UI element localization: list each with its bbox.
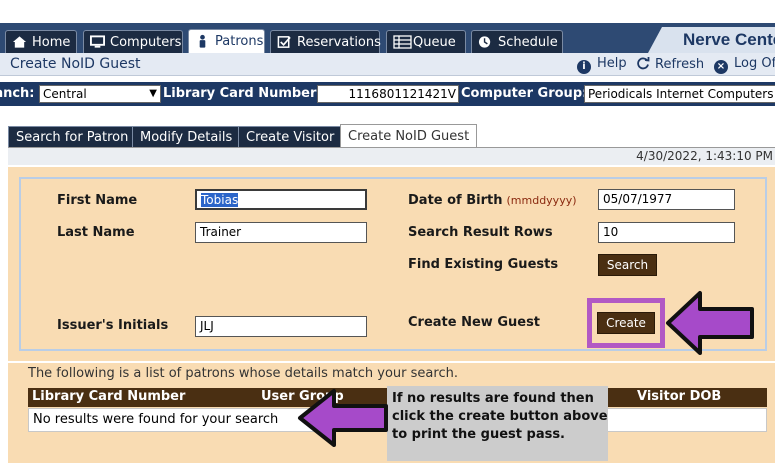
tab-computers[interactable]: Computers [83, 30, 183, 53]
first-name-field[interactable]: Tobias [195, 189, 367, 210]
refresh-label: Refresh [655, 57, 705, 72]
computer-group-label: Computer Group: [461, 86, 588, 101]
info-icon: i [577, 60, 591, 74]
tab-reservations-label: Reservations [297, 35, 381, 50]
checkbox-icon [277, 36, 291, 48]
dob-value: 05/07/1977 [603, 192, 673, 206]
branch-value: Central [43, 87, 87, 101]
tab-queue[interactable]: Queue [386, 30, 466, 53]
callout-line-2: click the create button above [392, 409, 608, 424]
issuer-initials-value: JLJ [200, 319, 214, 333]
search-button[interactable]: Search [598, 254, 657, 276]
logoff-link[interactable]: × Log Off [714, 56, 775, 74]
dob-label: Date of Birth (mmddyyyy) [408, 193, 577, 208]
close-icon: × [714, 60, 728, 74]
search-rows-field[interactable]: 10 [598, 222, 735, 243]
annotation-callout: If no results are found then click the c… [387, 386, 608, 461]
create-button[interactable]: Create [597, 312, 655, 334]
tab-queue-label: Queue [413, 35, 456, 50]
card-number-field[interactable]: 1116801121421V [317, 85, 459, 103]
callout-line-1: If no results are found then [392, 391, 594, 406]
tab-search-for-patron[interactable]: Search for Patron [8, 126, 137, 147]
callout-line-3: to print the guest pass. [392, 427, 565, 442]
main-nav-bar: Home Computers Patrons Reservations Queu… [0, 23, 775, 53]
annotation-arrow-results [298, 389, 388, 447]
empty-message: No results were found for your search [33, 412, 279, 427]
refresh-link[interactable]: Refresh [636, 56, 704, 72]
annotation-arrow-create [666, 291, 754, 355]
refresh-icon [637, 57, 650, 70]
dob-hint: (mmddyyyy) [506, 194, 577, 207]
computer-group-select[interactable]: Periodicals Internet Computers [584, 85, 775, 103]
results-caption: The following is a list of patrons whose… [28, 366, 458, 381]
tab-modify-details[interactable]: Modify Details [132, 126, 241, 147]
card-number-value: 1116801121421V [348, 87, 456, 101]
filter-bar: Branch: Central ▼ Library Card Number: 1… [0, 82, 775, 106]
branch-label: Branch: [0, 86, 35, 101]
search-rows-value: 10 [603, 225, 619, 239]
tab-computers-label: Computers [110, 35, 182, 50]
tab-home[interactable]: Home [5, 30, 77, 53]
issuer-initials-label: Issuer's Initials [57, 318, 169, 333]
col-visitor-dob: Visitor DOB [637, 389, 722, 404]
dob-field[interactable]: 05/07/1977 [598, 189, 735, 210]
dob-label-text: Date of Birth [408, 193, 503, 208]
tab-schedule[interactable]: Schedule [471, 30, 563, 53]
timestamp: 4/30/2022, 1:43:10 PM [8, 148, 775, 165]
card-number-label: Library Card Number: [163, 86, 322, 101]
home-icon [12, 36, 27, 48]
brand-title: Nerve Center [648, 27, 775, 53]
last-name-value: Trainer [200, 225, 242, 239]
tab-home-label: Home [32, 35, 71, 50]
chevron-down-icon: ▼ [149, 88, 157, 99]
first-name-label: First Name [57, 193, 138, 208]
logoff-label: Log Off [734, 56, 775, 71]
tab-patrons-label: Patrons [215, 34, 264, 49]
tab-create-noid-guest[interactable]: Create NoID Guest [340, 124, 478, 147]
col-library-card-number: Library Card Number [32, 389, 186, 404]
issuer-initials-field[interactable]: JLJ [195, 316, 367, 337]
last-name-label: Last Name [57, 225, 135, 240]
tab-schedule-label: Schedule [498, 35, 558, 50]
person-icon [199, 34, 206, 48]
computer-group-value: Periodicals Internet Computers [588, 87, 774, 101]
last-name-field[interactable]: Trainer [195, 222, 367, 243]
page-header: Create NoID Guest i Help Refresh × Log Off [0, 53, 775, 76]
branch-select[interactable]: Central ▼ [39, 85, 161, 103]
help-label: Help [597, 56, 627, 71]
page-title: Create NoID Guest [10, 56, 141, 72]
first-name-value: Tobias [201, 193, 239, 207]
find-guests-label: Find Existing Guests [408, 257, 559, 272]
tab-patrons[interactable]: Patrons [188, 29, 265, 53]
monitor-icon [90, 35, 105, 48]
tab-reservations[interactable]: Reservations [270, 30, 381, 53]
clock-icon [478, 36, 491, 48]
tab-create-visitor[interactable]: Create Visitor [238, 126, 343, 147]
help-link[interactable]: i Help [577, 56, 627, 74]
list-icon [393, 35, 412, 49]
search-rows-label: Search Result Rows [408, 225, 553, 240]
create-guest-label: Create New Guest [408, 315, 541, 330]
